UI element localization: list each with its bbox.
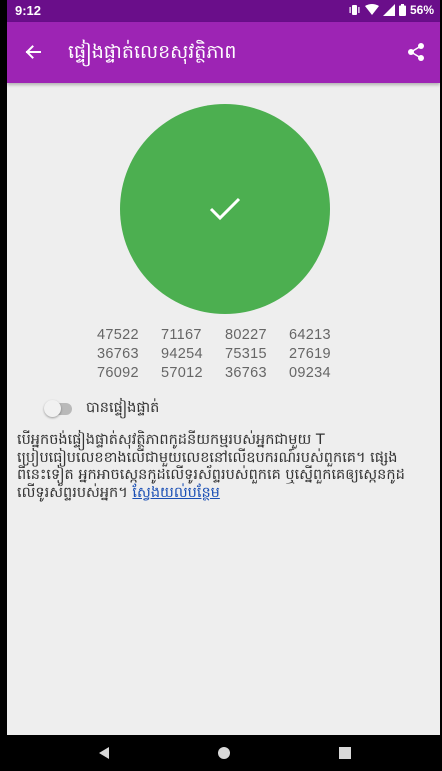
status-time: 9:12 — [15, 3, 42, 18]
vibrate-icon — [349, 5, 360, 15]
page-title: ផ្ទៀងផ្ទាត់លេខសុវត្ថិភាព — [68, 41, 237, 63]
instruction-line: ប្រៀបធៀបលេខខាងលើជាមួយលេខនៅលើឧបករណ៍របស់ពួ… — [17, 449, 398, 466]
switch-thumb — [44, 400, 61, 417]
check-icon — [209, 197, 241, 221]
safety-number-chunk: 76092 — [97, 365, 139, 381]
recents-square-icon — [339, 747, 351, 759]
back-triangle-icon — [99, 747, 109, 759]
instruction-line-last: លើទូរស័ព្ទរបស់អ្នក។ ស្វែងយល់បន្ថែម — [17, 485, 433, 503]
safety-number-chunk: 36763 — [225, 365, 267, 381]
back-button[interactable] — [17, 36, 49, 68]
verified-badge — [120, 104, 330, 314]
app-bar: ផ្ទៀងផ្ទាត់លេខសុវត្ថិភាព — [7, 22, 440, 83]
safety-number-chunk: 64213 — [289, 327, 331, 343]
home-circle-icon — [218, 747, 230, 759]
nav-recents-button[interactable] — [334, 743, 356, 763]
wifi-icon — [364, 4, 379, 15]
verified-switch[interactable] — [44, 398, 74, 418]
safety-number-chunk: 47522 — [97, 327, 139, 343]
instruction-line: បើអ្នកចង់ផ្ទៀងផ្ទាត់សុវត្ថិភាពកូដនីយកម្ម… — [17, 432, 325, 448]
learn-more-link[interactable]: ស្វែងយល់បន្ថែម — [132, 485, 219, 501]
safety-number-grid: 47522 71167 80227 64213 36763 94254 7531… — [97, 326, 357, 383]
safety-number-row: 76092 57012 36763 09234 — [97, 364, 357, 383]
share-button[interactable] — [400, 36, 432, 68]
battery-icon — [398, 4, 406, 16]
system-nav-bar — [7, 735, 440, 771]
signal-icon — [382, 4, 395, 16]
nav-back-button[interactable] — [93, 743, 115, 763]
safety-number-chunk: 27619 — [289, 346, 331, 362]
safety-number-chunk: 57012 — [161, 365, 203, 381]
safety-number-chunk: 94254 — [161, 346, 203, 362]
safety-number-chunk: 75315 — [225, 346, 267, 362]
instruction-line: លើទូរស័ព្ទរបស់អ្នក។ — [17, 484, 128, 501]
battery-percent: 56% — [409, 3, 434, 17]
safety-number-row: 36763 94254 75315 27619 — [97, 345, 357, 364]
share-icon — [408, 43, 424, 61]
verification-instructions: បើអ្នកចង់ផ្ទៀងផ្ទាត់សុវត្ថិភាពកូដនីយកម្ម… — [17, 432, 433, 502]
arrow-left-icon — [25, 45, 41, 59]
safety-number-row: 47522 71167 80227 64213 — [97, 326, 357, 345]
status-bar: 9:12 56% — [7, 0, 440, 22]
safety-number-chunk: 09234 — [289, 365, 331, 381]
status-icons: 56% — [348, 3, 434, 17]
safety-number-chunk: 71167 — [161, 327, 202, 343]
nav-home-button[interactable] — [213, 743, 235, 763]
safety-number-chunk: 36763 — [97, 346, 139, 362]
screen: 9:12 56% ផ្ទៀងផ្ទាត់លេខសុវត្ថិភាព 47522 … — [7, 0, 440, 771]
verified-label: បានផ្ទៀងផ្ទាត់ — [86, 400, 160, 416]
instruction-line: ពីនេះទៀត អ្នកអាចស្កេនកូដលើទូរស័ព្ទរបស់ពួ… — [17, 467, 405, 484]
safety-number-chunk: 80227 — [225, 327, 267, 343]
